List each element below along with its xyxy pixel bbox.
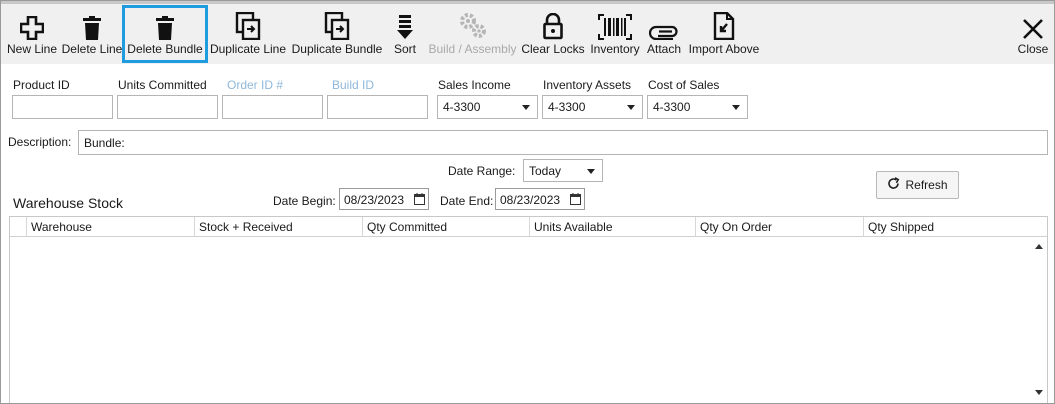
new-line-button[interactable]: New Line [5,4,59,64]
delete-bundle-label: Delete Bundle [127,42,203,56]
sort-label: Sort [393,42,416,56]
scroll-down-icon[interactable] [1035,390,1043,395]
duplicate-bundle-label: Duplicate Bundle [291,42,383,56]
build-assembly-button[interactable]: Build / Assembly [426,4,519,64]
clear-locks-button[interactable]: Clear Locks [521,4,585,64]
date-begin-label: Date Begin: [273,194,336,208]
description-label: Description: [8,135,72,149]
sort-button[interactable]: Sort [387,4,423,64]
date-range-label: Date Range: [448,164,516,178]
scroll-up-icon[interactable] [1035,244,1043,249]
order-id-label: Order ID # [227,78,284,92]
duplicate-icon [324,4,350,42]
chevron-down-icon [732,105,740,110]
build-id-field[interactable] [327,95,428,119]
column-header-warehouse[interactable]: Warehouse [26,217,194,237]
paperclip-icon [649,4,679,42]
chevron-down-icon [522,105,530,110]
duplicate-line-label: Duplicate Line [209,42,287,56]
date-range-value: Today [529,164,562,178]
order-id-field[interactable] [222,95,323,119]
warehouse-stock-grid: Warehouse Stock + Received Qty Committed… [9,216,1048,403]
clear-locks-label: Clear Locks [521,42,585,56]
date-end-label: Date End: [440,194,494,208]
inventory-assets-label: Inventory Assets [543,78,632,92]
date-begin-value: 08/23/2023 [344,193,405,207]
inventory-assets-select[interactable]: 4-3300 [542,95,643,119]
description-field[interactable]: Bundle: [78,130,1048,155]
column-header-qty-committed[interactable]: Qty Committed [362,217,530,237]
sales-income-value: 4-3300 [443,100,481,114]
inventory-label: Inventory [590,42,640,56]
warehouse-stock-title: Warehouse Stock [13,195,123,211]
cost-of-sales-value: 4-3300 [653,100,691,114]
build-assembly-label: Build / Assembly [428,42,517,56]
units-committed-label: Units Committed [118,78,207,92]
barcode-icon [598,4,632,42]
refresh-icon [887,177,900,193]
units-committed-field[interactable] [117,95,218,119]
duplicate-icon [235,4,261,42]
sort-icon [396,4,414,42]
duplicate-line-button[interactable]: Duplicate Line [208,4,288,64]
column-header-qty-on-order[interactable]: Qty On Order [695,217,863,237]
sales-income-select[interactable]: 4-3300 [437,95,538,119]
plus-icon [20,4,44,42]
date-end-value: 08/23/2023 [500,193,561,207]
grid-header: Warehouse Stock + Received Qty Committed… [10,217,1047,237]
attach-button[interactable]: Attach [644,4,684,64]
date-range-select[interactable]: Today [523,159,603,182]
import-above-label: Import Above [688,42,760,56]
delete-line-label: Delete Line [61,42,123,56]
chevron-down-icon [587,169,595,174]
close-icon [1022,4,1044,42]
column-header-units-available[interactable]: Units Available [529,217,695,237]
toolbar: New Line Delete Line Delete Bundle Dupli… [1,1,1054,64]
sales-income-label: Sales Income [438,78,511,92]
delete-line-button[interactable]: Delete Line [61,4,123,64]
gears-icon [458,4,488,42]
duplicate-bundle-button[interactable]: Duplicate Bundle [290,4,384,64]
cost-of-sales-label: Cost of Sales [648,78,720,92]
cost-of-sales-select[interactable]: 4-3300 [647,95,748,119]
delete-bundle-button[interactable]: Delete Bundle [122,5,208,63]
inventory-assets-value: 4-3300 [548,100,586,114]
column-header-stock-received[interactable]: Stock + Received [194,217,362,237]
attach-label: Attach [646,42,682,56]
inventory-button[interactable]: Inventory [588,4,642,64]
row-header-corner [10,217,26,237]
product-id-field[interactable] [12,95,113,119]
new-line-label: New Line [6,42,58,56]
trash-icon [82,4,102,42]
calendar-icon[interactable] [414,193,425,208]
close-button[interactable]: Close [1016,4,1050,64]
chevron-down-icon [627,105,635,110]
import-file-icon [713,4,735,42]
build-id-label: Build ID [332,78,375,92]
refresh-label: Refresh [905,178,948,192]
close-label: Close [1017,42,1049,56]
refresh-button[interactable]: Refresh [876,171,959,199]
date-end-picker[interactable]: 08/23/2023 [495,188,585,210]
product-id-label: Product ID [13,78,70,92]
calendar-icon[interactable] [570,193,581,208]
date-begin-picker[interactable]: 08/23/2023 [339,188,429,210]
column-header-qty-shipped[interactable]: Qty Shipped [863,217,1047,237]
lock-icon [543,4,563,42]
bundle-window: New Line Delete Line Delete Bundle Dupli… [0,0,1055,404]
import-above-button[interactable]: Import Above [687,4,761,64]
trash-icon [155,8,175,42]
